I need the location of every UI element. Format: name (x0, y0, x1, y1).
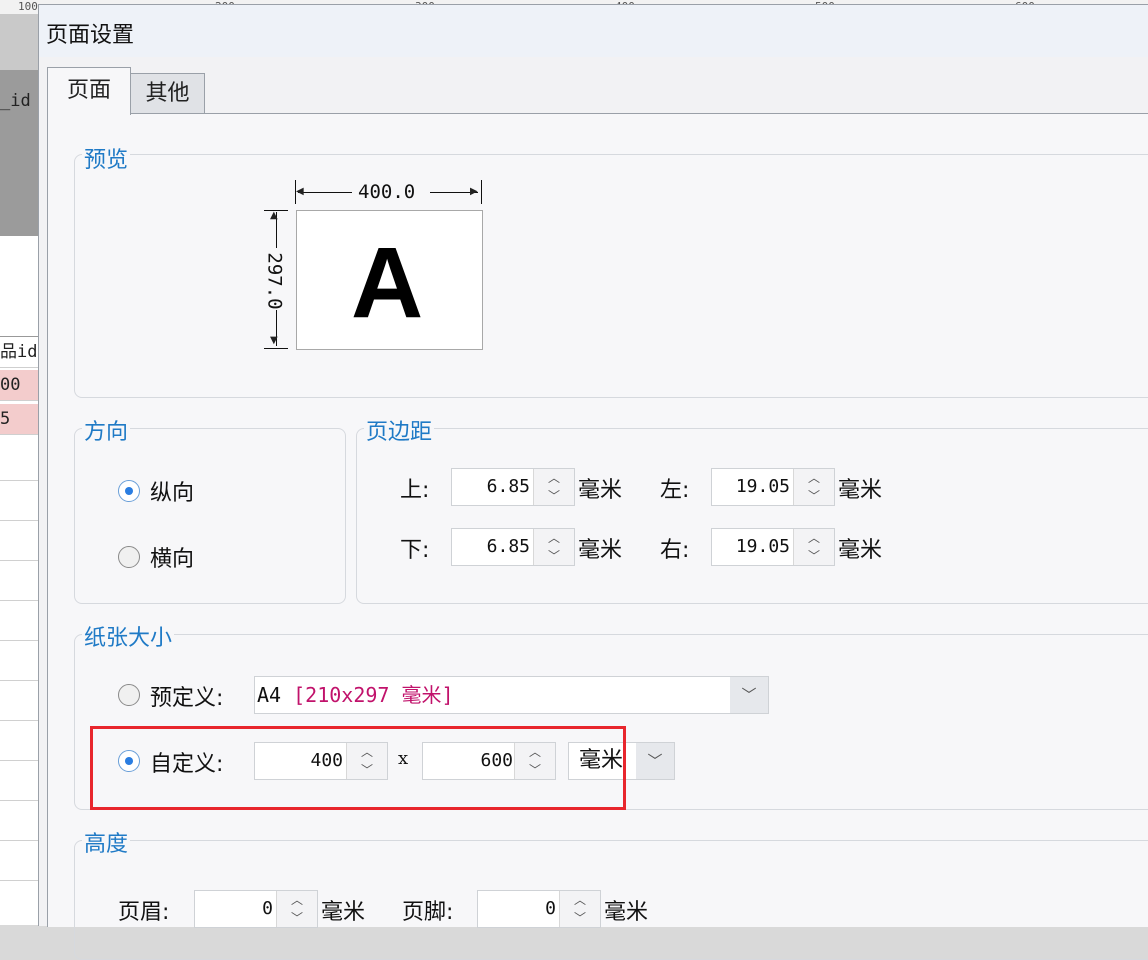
margins-group (356, 428, 1148, 604)
preview-width-text: 400.0 (358, 181, 416, 203)
portrait-label[interactable]: 纵向 (150, 475, 194, 507)
margin-top-label: 上: (400, 478, 430, 503)
margin-left-unit: 毫米 (838, 478, 883, 503)
preview-height-text: 297.0 (263, 252, 286, 310)
header-label: 页眉: (118, 900, 170, 925)
margin-right-spinner[interactable]: ︿ ﹀ (793, 529, 834, 565)
chevron-up-icon[interactable]: ︿ (794, 469, 834, 487)
tab-content-page: 预览 ◀ ▶ 400.0 ▲ ▼ 297.0 A 方向 纵向 横向 页边距 上:… (47, 113, 1148, 960)
landscape-label[interactable]: 横向 (150, 541, 194, 573)
chevron-up-icon[interactable]: ︿ (534, 469, 574, 487)
dialog-title-bar[interactable]: 页面设置 (39, 5, 1148, 57)
header-height-input[interactable]: 0 ︿ ﹀ (194, 890, 318, 928)
margin-top-input[interactable]: 6.85 ︿ ﹀ (451, 468, 575, 506)
margin-right-value: 19.05 (735, 536, 790, 557)
preview-group-label: 预览 (82, 142, 131, 174)
margin-bottom-label: 下: (400, 538, 430, 563)
header-height-value: 0 (262, 898, 273, 919)
chevron-down-icon[interactable]: ﹀ (277, 909, 317, 927)
margin-right-unit: 毫米 (838, 538, 883, 563)
preview-group (74, 154, 1148, 398)
chevron-down-icon[interactable]: ﹀ (794, 547, 834, 565)
tab-page[interactable]: 页面 (47, 67, 131, 115)
margin-left-value: 19.05 (735, 476, 790, 497)
preview-letter: A (351, 227, 424, 339)
margins-group-label: 页边距 (364, 414, 435, 446)
margin-bottom-value: 6.85 (486, 536, 530, 557)
margin-bottom-spinner[interactable]: ︿ ﹀ (533, 529, 574, 565)
margin-left-input[interactable]: 19.05 ︿ ﹀ (711, 468, 835, 506)
custom-size-highlight (90, 726, 626, 810)
header-height-unit: 毫米 (321, 900, 366, 925)
chevron-up-icon[interactable]: ︿ (277, 891, 317, 909)
arrow-right-icon: ▶ (470, 186, 478, 197)
background-cell: 品id (0, 336, 38, 368)
ruler-mark: 100 (18, 0, 38, 13)
chevron-up-icon[interactable]: ︿ (534, 529, 574, 547)
background-cell: _id (0, 86, 38, 116)
chevron-down-icon[interactable]: ﹀ (534, 547, 574, 565)
margin-top-unit: 毫米 (578, 478, 623, 503)
arrow-left-icon: ◀ (296, 186, 304, 197)
predefined-paper-value: A4 [210x297 毫米] (257, 683, 454, 707)
portrait-radio[interactable] (118, 480, 140, 502)
background-header-area (0, 14, 38, 70)
chevron-up-icon[interactable]: ︿ (794, 529, 834, 547)
footer-height-unit: 毫米 (604, 900, 649, 925)
margin-left-label: 左: (660, 478, 690, 503)
margin-right-input[interactable]: 19.05 ︿ ﹀ (711, 528, 835, 566)
margin-bottom-unit: 毫米 (578, 538, 623, 563)
orientation-group-label: 方向 (82, 414, 131, 446)
paper-size-group-label: 纸张大小 (82, 620, 175, 652)
margin-right-label: 右: (660, 538, 690, 563)
footer-label: 页脚: (402, 900, 454, 925)
predefined-paper-select[interactable]: A4 [210x297 毫米] ﹀ (254, 676, 769, 714)
margin-bottom-input[interactable]: 6.85 ︿ ﹀ (451, 528, 575, 566)
chevron-down-icon[interactable]: ﹀ (560, 909, 600, 927)
predefined-label[interactable]: 预定义: (150, 680, 223, 712)
landscape-radio[interactable] (118, 546, 140, 568)
margin-left-spinner[interactable]: ︿ ﹀ (793, 469, 834, 505)
preview-page: A (296, 210, 483, 350)
chevron-up-icon[interactable]: ︿ (560, 891, 600, 909)
arrow-up-icon: ▲ (270, 210, 278, 221)
orientation-group (74, 428, 346, 604)
background-cell: 00 (0, 370, 38, 401)
predefined-radio[interactable] (118, 684, 140, 706)
tab-other[interactable]: 其他 (130, 73, 205, 113)
dialog-title: 页面设置 (46, 23, 135, 48)
header-height-spinner[interactable]: ︿ ﹀ (276, 891, 317, 927)
chevron-down-icon[interactable]: ﹀ (730, 677, 768, 713)
background-cell: 5 (0, 404, 38, 435)
chevron-down-icon[interactable]: ﹀ (794, 487, 834, 505)
arrow-down-icon: ▼ (270, 335, 278, 346)
footer-height-input[interactable]: 0 ︿ ﹀ (477, 890, 601, 928)
margin-top-spinner[interactable]: ︿ ﹀ (533, 469, 574, 505)
height-group-label: 高度 (82, 826, 131, 858)
chevron-down-icon[interactable]: ﹀ (636, 743, 674, 779)
margin-top-value: 6.85 (486, 476, 530, 497)
footer-height-spinner[interactable]: ︿ ﹀ (559, 891, 600, 927)
footer-height-value: 0 (545, 898, 556, 919)
page-setup-dialog: 页面设置 页面 其他 预览 ◀ ▶ 400.0 ▲ ▼ 297.0 A 方向 纵… (38, 4, 1148, 960)
chevron-down-icon[interactable]: ﹀ (534, 487, 574, 505)
